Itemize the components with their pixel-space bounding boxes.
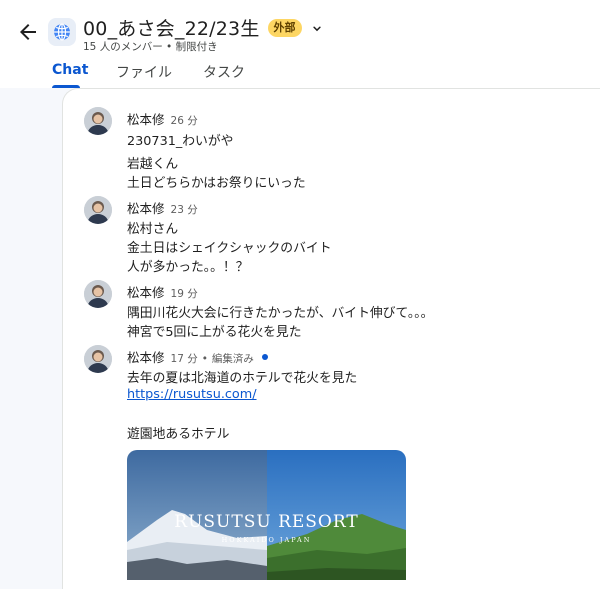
message-header: 松本修 23 分: [127, 198, 198, 217]
avatar[interactable]: [84, 107, 112, 135]
message-text: 遊園地あるホテル: [127, 427, 230, 442]
message-time: 26 分: [170, 115, 198, 127]
message-time: 23 分: [170, 204, 198, 216]
separator-dot: •: [201, 353, 208, 365]
message-text: 松村さん: [127, 222, 179, 237]
link-preview-image[interactable]: RUSUTSU RESORT HOKKAIDO JAPAN: [127, 450, 406, 580]
external-badge: 外部: [267, 18, 302, 37]
message-text: 神宮で5回に上がる花火を見た: [127, 325, 302, 340]
edited-label: 編集済み: [211, 353, 254, 365]
message-text: 去年の夏は北海道のホテルで花火を見た: [127, 371, 358, 386]
space-title-row[interactable]: 00_あさ会_22/23生 外部: [83, 14, 324, 41]
preview-brand-subtitle: HOKKAIDO JAPAN: [221, 536, 312, 544]
back-arrow-icon[interactable]: [16, 20, 40, 44]
tab-tasks[interactable]: タスク: [203, 62, 245, 82]
space-title[interactable]: 00_あさ会_22/23生: [83, 14, 260, 41]
message-text: 人が多かった。。！？: [127, 260, 249, 275]
sender-name[interactable]: 松本修: [127, 282, 165, 301]
tab-chat[interactable]: Chat: [52, 62, 88, 78]
unread-dot: [261, 354, 268, 360]
sender-name[interactable]: 松本修: [127, 109, 165, 128]
avatar[interactable]: [84, 345, 112, 373]
message-time: 17 分: [170, 353, 198, 365]
avatar[interactable]: [84, 196, 112, 224]
message-header: 松本修 17 分 • 編集済み: [127, 347, 268, 366]
message-header: 松本修 19 分: [127, 282, 198, 301]
chevron-down-icon[interactable]: [310, 21, 324, 35]
message-link[interactable]: https://rusutsu.com/: [127, 387, 257, 402]
message-text: 岩越くん: [127, 157, 179, 172]
message-time: 19 分: [170, 288, 198, 300]
message-text: 230731_わいがや: [127, 134, 234, 149]
tab-files[interactable]: ファイル: [116, 62, 172, 82]
message-header: 松本修 26 分: [127, 109, 198, 128]
message-text: 金土日はシェイクシャックのバイト: [127, 241, 332, 256]
preview-brand-title: RUSUTSU RESORT: [174, 512, 359, 532]
globe-icon: [48, 18, 76, 46]
message-text: 隅田川花火大会に行きたかったが、バイト伸びて。。。: [127, 306, 434, 321]
avatar[interactable]: [84, 280, 112, 308]
sender-name[interactable]: 松本修: [127, 198, 165, 217]
tab-bar: Chat ファイル タスク: [0, 58, 600, 88]
message-text: 土日どちらかはお祭りにいった: [127, 176, 306, 191]
space-subtitle[interactable]: 15 人のメンバー • 制限付き: [83, 39, 218, 54]
sender-name[interactable]: 松本修: [127, 347, 165, 366]
space-header: 00_あさ会_22/23生 外部 15 人のメンバー • 制限付き Chat フ…: [0, 0, 600, 88]
